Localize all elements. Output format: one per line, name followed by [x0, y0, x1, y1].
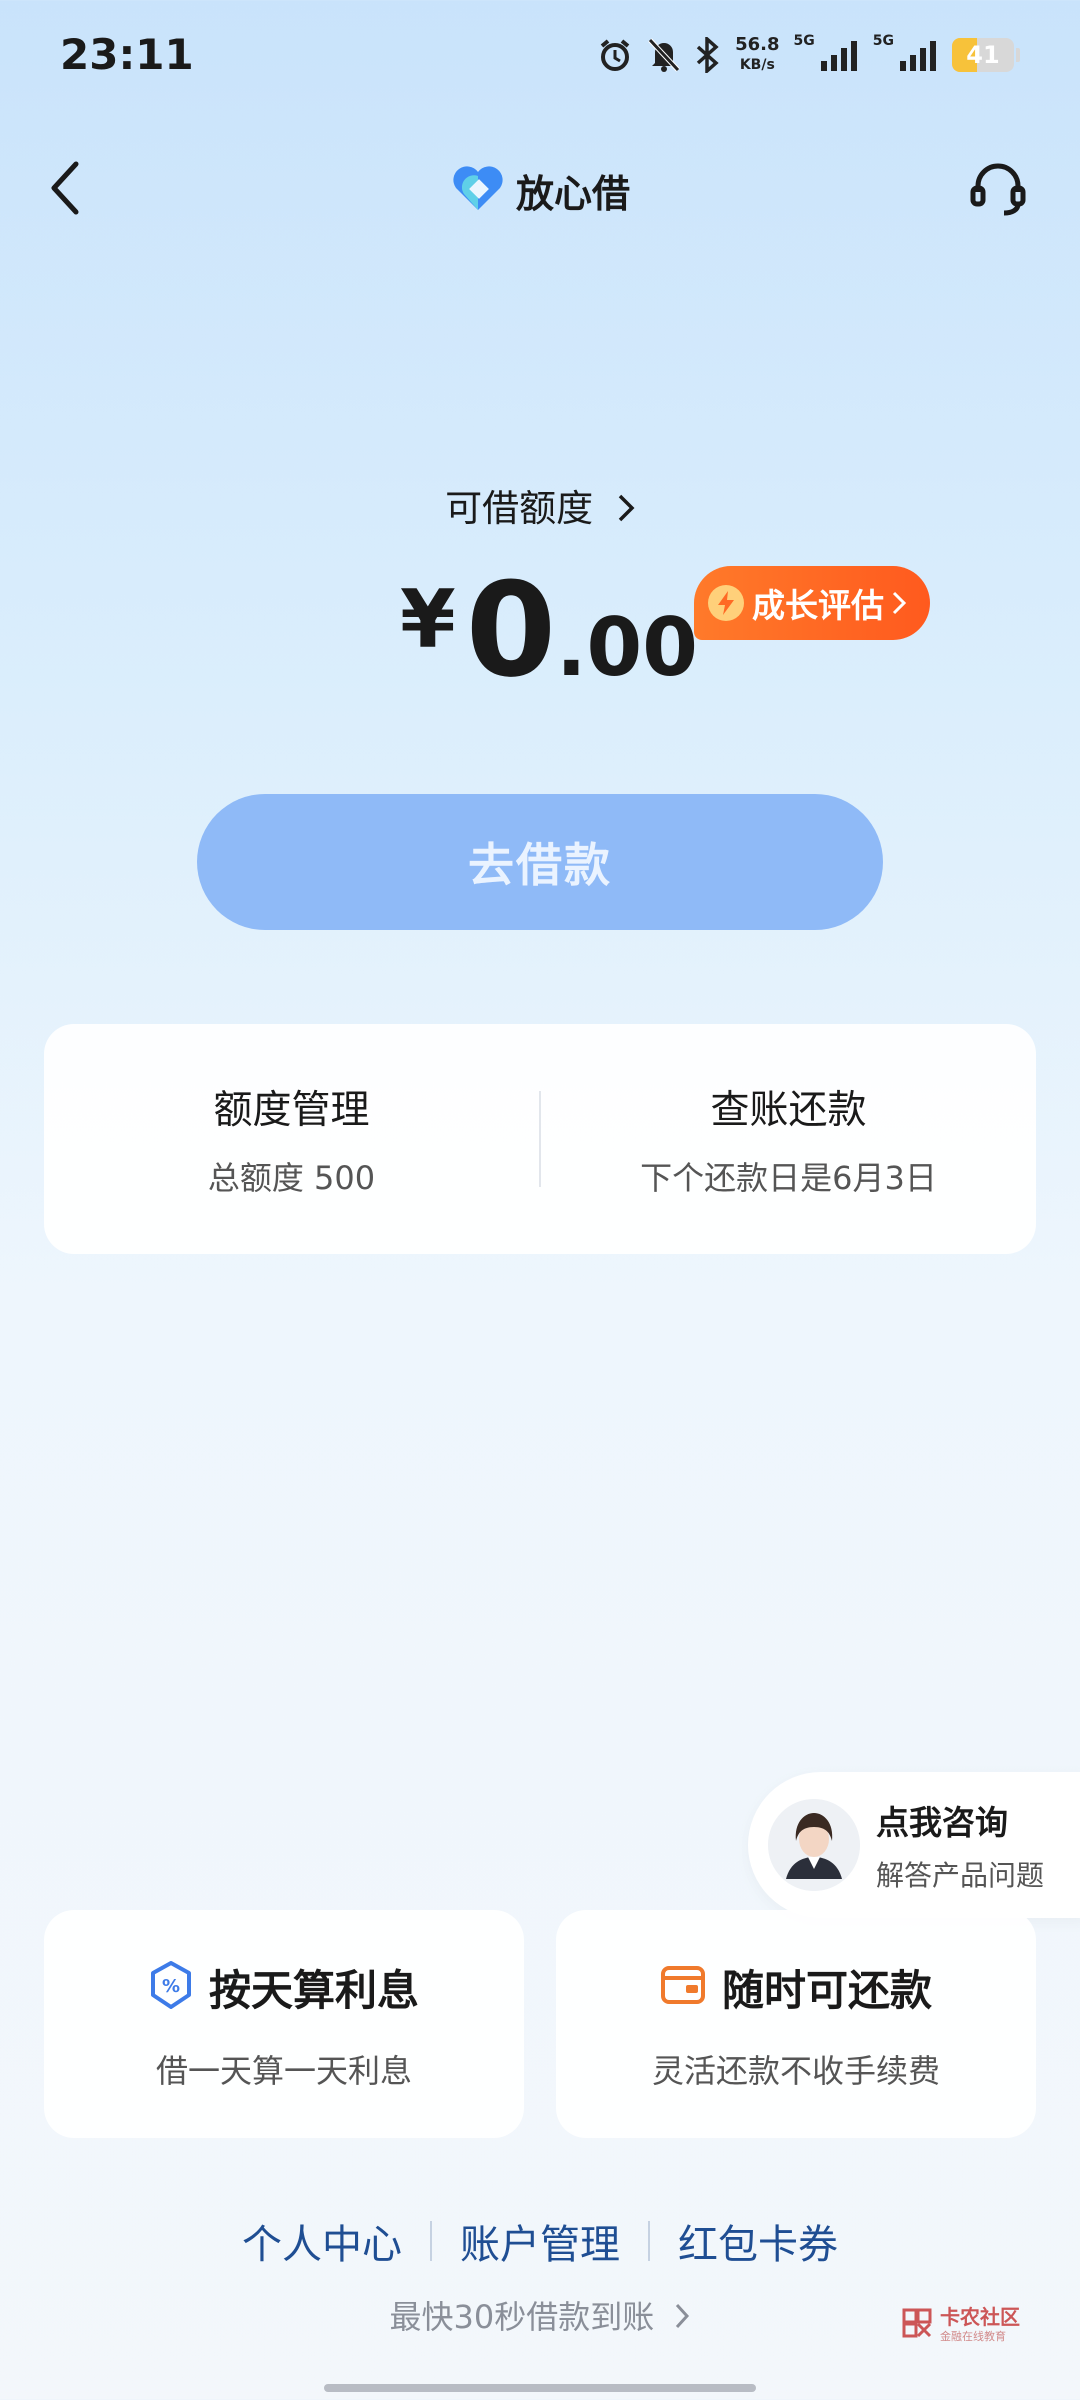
alarm-icon	[597, 37, 633, 73]
consult-text: 点我咨询 解答产品问题	[876, 1796, 1044, 1894]
consult-button[interactable]: 点我咨询 解答产品问题	[748, 1772, 1080, 1918]
brand-name: 放心借	[516, 171, 631, 216]
quota-management-title: 额度管理	[213, 1088, 370, 1133]
feature-title: 随时可还款	[721, 1965, 932, 2015]
headset-icon	[968, 158, 1028, 222]
bluetooth-icon	[695, 37, 721, 73]
battery-level: 41	[966, 41, 1000, 69]
bottom-links: 个人中心 账户管理 红包卡券	[0, 2212, 1080, 2270]
sim2-label: 5G	[872, 33, 894, 49]
chevron-right-icon	[892, 584, 907, 623]
home-indicator[interactable]	[324, 2384, 756, 2392]
feature-head: 随时可还款	[660, 1957, 932, 2018]
wallet-icon	[660, 1965, 706, 2009]
net-speed-unit: KB/s	[739, 57, 775, 73]
net-speed: 56.8 KB/s	[735, 35, 779, 75]
currency-symbol: ¥	[400, 573, 456, 666]
feature-head: % 按天算利息	[149, 1957, 419, 2018]
bill-repayment-title: 查账还款	[710, 1088, 867, 1133]
borrow-button[interactable]: 去借款	[197, 794, 883, 930]
heart-logo-icon	[450, 164, 506, 216]
bill-repayment-button[interactable]: 查账还款 下个还款日是6月3日	[541, 1024, 1036, 1254]
amount-decimal: .00	[556, 601, 698, 694]
consult-subtitle: 解答产品问题	[876, 1859, 1045, 1892]
signal-icon	[819, 39, 859, 71]
feature-subtitle: 灵活还款不收手续费	[651, 2051, 940, 2090]
agent-avatar	[768, 1799, 860, 1891]
chevron-left-icon	[48, 160, 84, 220]
coupons-link[interactable]: 红包卡券	[650, 2212, 866, 2270]
status-bar: 23:11 56.8 KB/s 5G 5G 41	[0, 0, 1080, 110]
watermark: 卡农社区 金融在线教育	[900, 2306, 1020, 2344]
personal-center-link[interactable]: 个人中心	[214, 2212, 430, 2270]
next-repayment-date: 下个还款日是6月3日	[640, 1159, 937, 1197]
growth-assessment-button[interactable]: 成长评估	[694, 566, 930, 640]
nav-bar: 放心借	[0, 140, 1080, 240]
net-speed-value: 56.8	[735, 34, 780, 55]
status-time: 23:11	[60, 30, 194, 79]
feature-daily-interest: % 按天算利息 借一天算一天利息	[44, 1910, 524, 2138]
battery-icon: 41	[952, 38, 1014, 72]
status-icons: 56.8 KB/s 5G 5G 41	[597, 30, 1020, 80]
back-button[interactable]	[36, 160, 96, 220]
promo-text: 最快30秒借款到账	[389, 2298, 655, 2336]
total-quota-text: 总额度 500	[207, 1159, 376, 1197]
consult-title: 点我咨询	[876, 1803, 1008, 1842]
chevron-right-icon	[674, 2300, 690, 2338]
watermark-logo-icon	[900, 2306, 934, 2344]
account-actions-card: 额度管理 总额度 500 查账还款 下个还款日是6月3日	[44, 1024, 1036, 1254]
limit-label: 可借额度	[445, 487, 594, 530]
feature-title: 按天算利息	[208, 1965, 419, 2015]
signal-icon	[898, 39, 938, 71]
quota-management-button[interactable]: 额度管理 总额度 500	[44, 1024, 539, 1254]
customer-service-button[interactable]	[966, 158, 1030, 222]
lightning-icon	[708, 585, 744, 621]
watermark-title: 卡农社区	[940, 2305, 1020, 2329]
brand: 放心借	[450, 164, 630, 216]
feature-subtitle: 借一天算一天利息	[155, 2051, 412, 2090]
feature-flexible-repay: 随时可还款 灵活还款不收手续费	[556, 1910, 1036, 2138]
percent-shield-icon: %	[149, 1961, 193, 2013]
sim1-label: 5G	[793, 33, 815, 49]
chevron-right-icon	[617, 489, 635, 532]
account-management-link[interactable]: 账户管理	[432, 2212, 648, 2270]
watermark-subtitle: 金融在线教育	[940, 2330, 1006, 2343]
growth-assessment-label: 成长评估	[752, 586, 884, 625]
limit-label-link[interactable]: 可借额度	[0, 478, 1080, 532]
mute-bell-icon	[647, 37, 681, 73]
svg-text:%: %	[162, 1976, 180, 1997]
available-amount: ¥ 0 .00	[400, 560, 698, 700]
amount-integer: 0	[465, 554, 557, 706]
